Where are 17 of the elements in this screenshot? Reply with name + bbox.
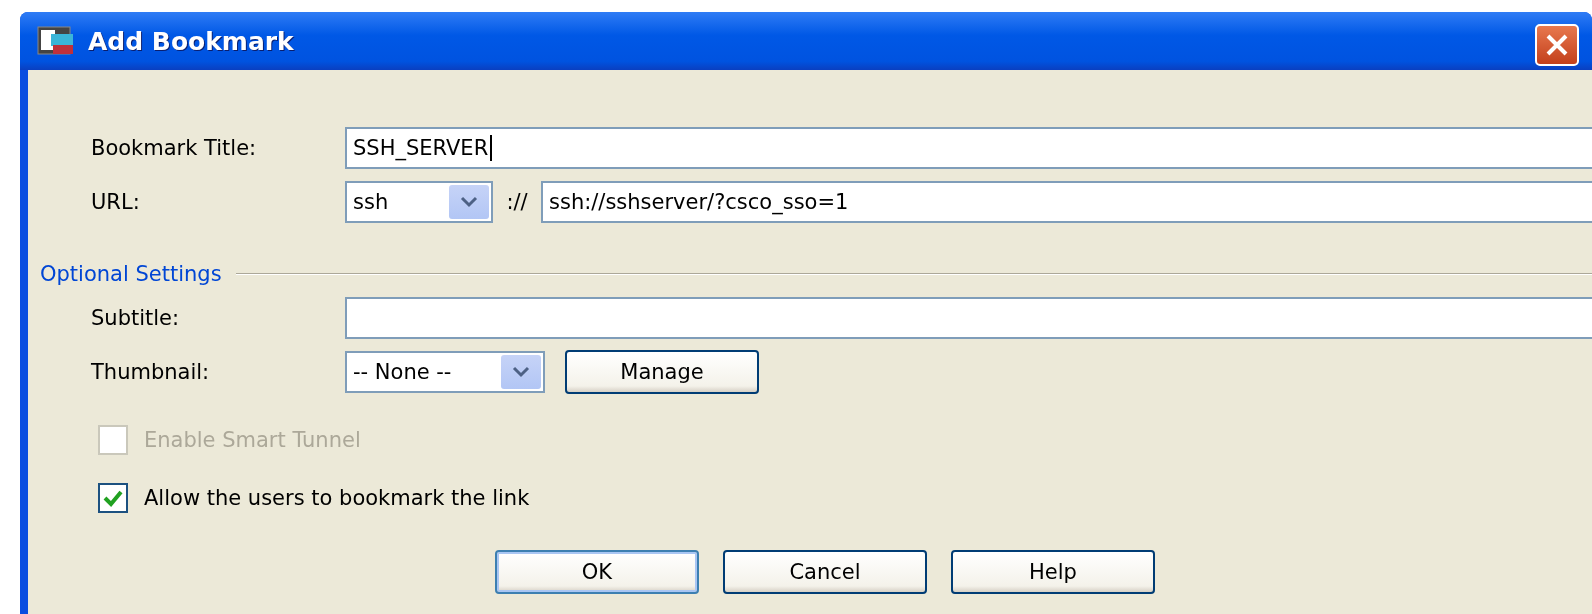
checkbox-label: Enable Smart Tunnel xyxy=(144,428,361,452)
dropdown[interactable]: -- None -- xyxy=(345,351,545,393)
field-label: Subtitle: xyxy=(90,306,181,330)
field-label: URL: xyxy=(90,190,141,214)
dialog-button[interactable]: Cancel xyxy=(723,550,927,594)
dropdown[interactable]: ssh xyxy=(345,181,493,223)
separator-text: :// xyxy=(505,190,529,214)
input-field[interactable]: ssh://sshserver/?csco_sso=1 xyxy=(541,181,1592,223)
window-title: Add Bookmark xyxy=(88,26,294,56)
dialog-button[interactable]: Help xyxy=(951,550,1155,594)
input-field[interactable]: SSH_SERVER xyxy=(345,127,1592,169)
checkbox-label: Allow the users to bookmark the link xyxy=(144,486,530,510)
group-title: Optional Settings xyxy=(40,262,222,286)
manage-button[interactable]: Manage xyxy=(565,350,759,394)
dialog-button[interactable]: OK xyxy=(495,550,699,594)
field-label: Bookmark Title: xyxy=(90,136,258,160)
field-label: Thumbnail: xyxy=(90,360,211,384)
